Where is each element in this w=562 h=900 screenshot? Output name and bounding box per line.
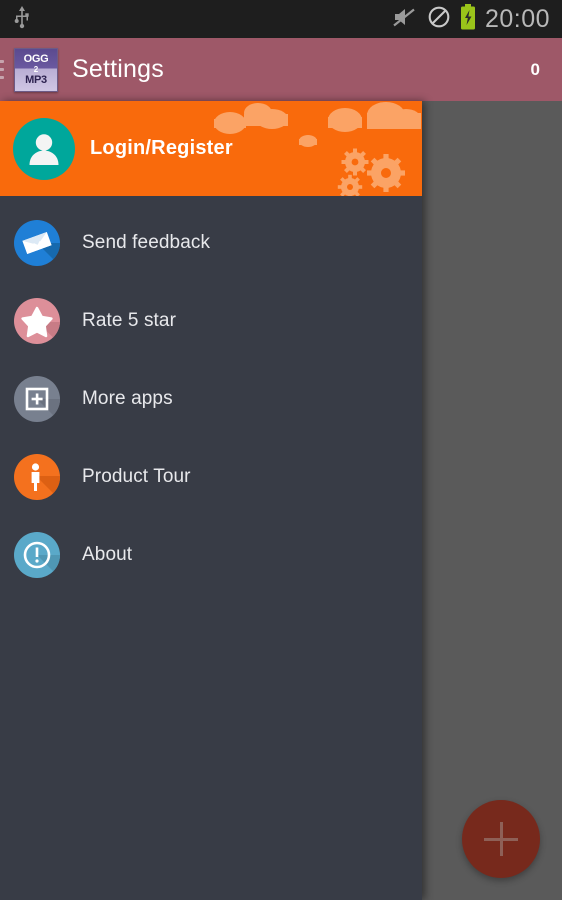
status-bar-right: 20:00: [392, 3, 550, 35]
person-standing-icon: [14, 454, 60, 500]
star-icon: [14, 298, 60, 344]
status-bar-left: [12, 5, 32, 34]
drawer-item-label: Product Tour: [82, 466, 191, 487]
plus-square-icon: [14, 376, 60, 422]
drawer-item-more-apps[interactable]: More apps: [0, 360, 422, 438]
drawer-item-label: Rate 5 star: [82, 310, 177, 331]
do-not-disturb-icon: [427, 5, 451, 34]
hamburger-line-3: [0, 76, 4, 79]
selection-counter: 0: [530, 59, 540, 79]
app-icon-line-2: 2: [33, 64, 39, 74]
drawer-menu-list: Send feedback Rate 5 star More apps Prod…: [0, 196, 422, 594]
ogg2mp3-app-icon: OGG 2 MP3: [14, 47, 58, 92]
app-icon-line-3: MP3: [25, 73, 47, 86]
exclamation-circle-icon: [14, 532, 60, 578]
app-screen: 20:00 OGG 2 MP3 Settings 0 Login/Registe…: [0, 0, 562, 900]
page-title: Settings: [72, 55, 164, 83]
status-bar: 20:00: [0, 0, 562, 38]
hamburger-line-2: [0, 68, 4, 71]
drawer-item-label: About: [82, 544, 133, 565]
add-fab-button[interactable]: [462, 800, 540, 878]
drawer-item-label: Send feedback: [82, 232, 211, 253]
drawer-item-send-feedback[interactable]: Send feedback: [0, 204, 422, 282]
plus-icon-vertical: [499, 822, 503, 856]
status-bar-clock: 20:00: [484, 4, 550, 33]
usb-icon: [12, 5, 32, 34]
drawer-header-title: Login/Register: [90, 137, 233, 159]
person-avatar-icon: [13, 117, 75, 180]
action-bar: OGG 2 MP3 Settings 0: [0, 38, 562, 101]
volume-muted-icon: [392, 6, 418, 33]
battery-charging-icon: [460, 3, 476, 35]
drawer-item-product-tour[interactable]: Product Tour: [0, 438, 422, 516]
hamburger-line-1: [0, 60, 4, 63]
app-icon-line-1: OGG: [23, 52, 49, 65]
drawer-item-label: More apps: [82, 388, 173, 409]
envelope-icon: [14, 220, 60, 266]
drawer-header-login[interactable]: Login/Register: [0, 101, 422, 196]
hamburger-menu-icon[interactable]: [0, 56, 10, 84]
drawer-item-about[interactable]: About: [0, 516, 422, 594]
drawer-item-rate-5-star[interactable]: Rate 5 star: [0, 282, 422, 360]
navigation-drawer: Login/Register Send feedback Rate 5 star…: [0, 101, 422, 900]
